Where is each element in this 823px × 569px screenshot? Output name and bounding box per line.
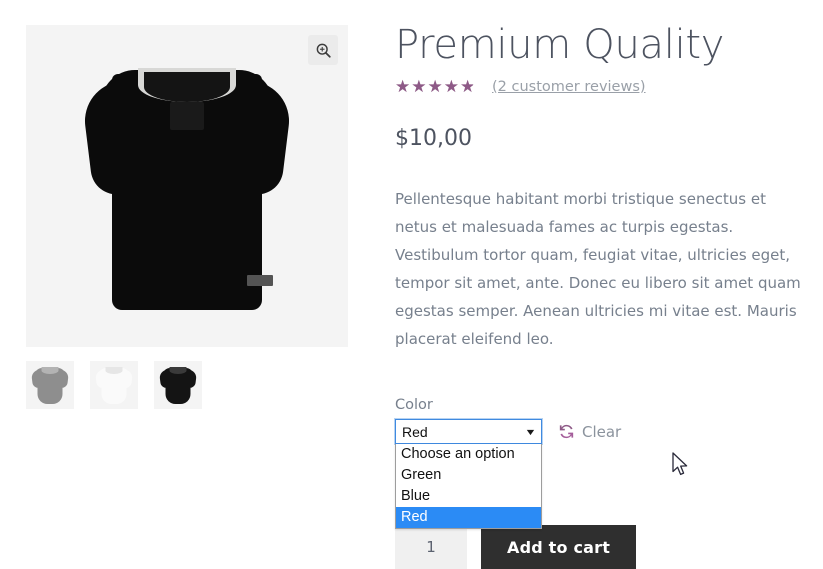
quantity-input[interactable] bbox=[395, 525, 467, 569]
add-to-cart-row: Add to cart bbox=[395, 525, 637, 569]
thumb-body bbox=[37, 369, 63, 404]
product-description: Pellentesque habitant morbi tristique se… bbox=[395, 190, 801, 348]
color-options-dropdown[interactable]: Choose an option Green Blue Red bbox=[395, 444, 542, 529]
thumb-body bbox=[101, 369, 127, 404]
thumbnail-list bbox=[26, 361, 348, 409]
color-option-blue[interactable]: Blue bbox=[396, 486, 541, 507]
color-option-green[interactable]: Green bbox=[396, 465, 541, 486]
variations-form: Color Red ▼ Choose an option Green Blue … bbox=[394, 397, 805, 569]
chevron-down-icon: ▼ bbox=[524, 426, 537, 437]
product-price: $10,00 bbox=[395, 126, 472, 151]
thumbnail-2[interactable] bbox=[154, 361, 202, 409]
thumb-tshirt-black bbox=[158, 366, 198, 404]
add-to-cart-button[interactable]: Add to cart bbox=[481, 525, 637, 569]
thumb-body bbox=[165, 369, 191, 404]
zoom-button[interactable] bbox=[308, 35, 338, 65]
refresh-icon bbox=[559, 424, 574, 439]
mouse-cursor bbox=[672, 452, 688, 476]
main-product-image[interactable] bbox=[26, 25, 348, 347]
attribute-row: Red ▼ Choose an option Green Blue Red Cl… bbox=[394, 418, 805, 529]
color-select-value: Red bbox=[402, 423, 428, 440]
color-option-red[interactable]: Red bbox=[396, 507, 541, 528]
product-image-tshirt bbox=[75, 62, 299, 310]
star-rating-fill: ★★★★★ bbox=[395, 78, 474, 96]
color-option-choose[interactable]: Choose an option bbox=[396, 444, 541, 465]
color-select-wrapper: Red ▼ Choose an option Green Blue Red bbox=[394, 418, 543, 529]
thumb-tshirt-white bbox=[94, 366, 134, 404]
thumb-collar bbox=[105, 367, 123, 374]
thumb-collar bbox=[169, 367, 187, 374]
thumb-collar bbox=[41, 367, 59, 374]
page-title: Premium Quality bbox=[395, 22, 725, 68]
customer-reviews-link[interactable]: (2 customer reviews) bbox=[492, 79, 646, 95]
star-rating: ★★★★★ ★★★★★ bbox=[395, 78, 482, 96]
rating-row: ★★★★★ ★★★★★ (2 customer reviews) bbox=[395, 78, 805, 96]
color-attribute-label: Color bbox=[395, 397, 433, 413]
thumbnail-0[interactable] bbox=[26, 361, 74, 409]
product-summary: Premium Quality ★★★★★ ★★★★★ (2 customer … bbox=[394, 22, 805, 569]
magnifier-plus-icon bbox=[316, 43, 331, 58]
tshirt-hem-tag bbox=[247, 275, 273, 286]
tshirt-neck-tag bbox=[170, 102, 204, 130]
clear-selection-link[interactable]: Clear bbox=[558, 423, 621, 441]
color-select[interactable]: Red ▼ bbox=[394, 418, 543, 445]
thumbnail-1[interactable] bbox=[90, 361, 138, 409]
clear-label: Clear bbox=[582, 422, 622, 441]
product-gallery bbox=[26, 25, 348, 409]
thumb-tshirt-gray bbox=[30, 366, 70, 404]
tshirt-inner-collar bbox=[144, 72, 230, 102]
